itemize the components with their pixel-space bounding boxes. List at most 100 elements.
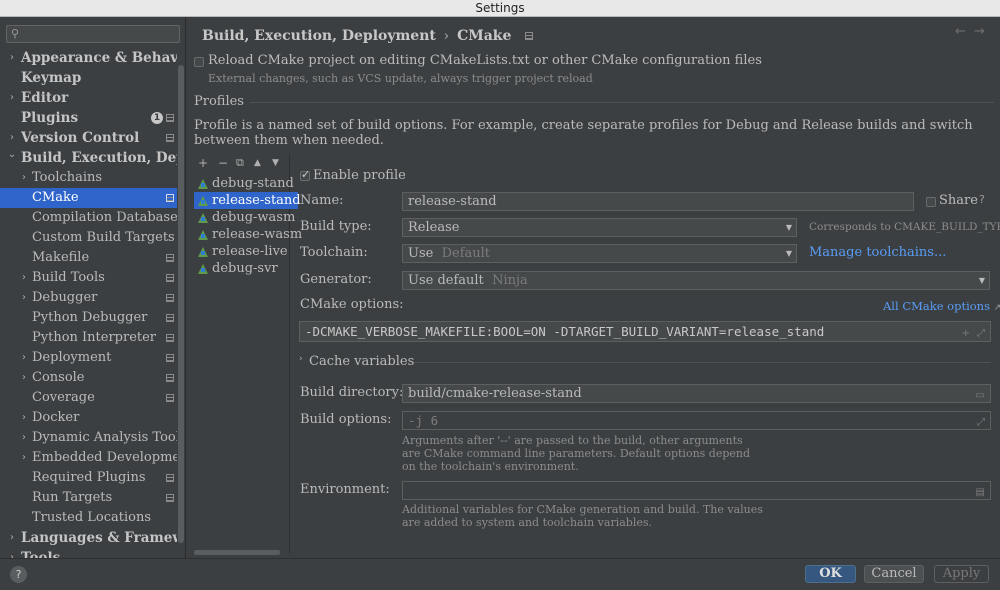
profile-list-item[interactable]: release-stand	[194, 192, 301, 209]
sidebar-item[interactable]: › Editor	[0, 88, 177, 108]
profile-list-item[interactable]: release-live	[194, 243, 298, 260]
sidebar-item[interactable]: ›Appearance & Behavior	[0, 48, 177, 68]
apply-button[interactable]: Apply	[934, 565, 989, 583]
cache-variables-divider	[414, 362, 991, 363]
sidebar-item[interactable]: Coverage	[0, 388, 177, 408]
sidebar-item[interactable]: › Build Tools	[0, 268, 177, 288]
cancel-button[interactable]: Cancel	[864, 565, 924, 583]
build-type-value: Release	[408, 220, 460, 235]
forward-arrow-icon[interactable]: →	[974, 24, 993, 39]
sidebar-item[interactable]: › Debugger	[0, 288, 177, 308]
chevron-right-icon[interactable]: ›	[7, 48, 17, 68]
manage-toolchains-link[interactable]: Manage toolchains...	[809, 245, 946, 260]
sidebar-item[interactable]: Keymap	[0, 68, 177, 88]
sidebar-item[interactable]: Python Debugger	[0, 308, 177, 328]
sidebar-item[interactable]: ›Languages & Frameworks	[0, 528, 177, 548]
enable-profile-label[interactable]: Enable profile	[313, 168, 406, 183]
edit-environment-icon[interactable]: ▤	[976, 484, 985, 499]
chevron-right-icon[interactable]: ›	[7, 128, 17, 148]
profiles-list-panel: + − ⧉ ▲ ▼ debug-stand release-stand debug-…	[194, 155, 302, 553]
chevron-right-icon[interactable]: ›	[19, 428, 29, 448]
sidebar-item[interactable]: Compilation Database	[0, 208, 177, 228]
build-type-dropdown[interactable]: Release ▼	[402, 218, 797, 237]
toolchain-placeholder: Default	[441, 246, 491, 261]
copy-profile-icon[interactable]: ⧉	[236, 156, 244, 170]
ok-button[interactable]: OK	[805, 565, 856, 583]
move-down-icon[interactable]: ▼	[272, 158, 279, 168]
share-checkbox[interactable]	[926, 197, 936, 207]
chevron-right-icon[interactable]: ›	[7, 528, 17, 548]
build-options-field[interactable]: -j 6 ⤢	[402, 411, 991, 430]
sidebar-scrollbar[interactable]	[178, 65, 184, 543]
share-help-icon[interactable]: ?	[979, 193, 985, 206]
chevron-right-icon[interactable]: ›	[7, 88, 17, 108]
chevron-right-icon[interactable]: ›	[19, 408, 29, 428]
chevron-right-icon[interactable]: ›	[299, 354, 303, 364]
reload-checkbox[interactable]	[194, 57, 204, 67]
sidebar-item[interactable]: ›Embedded Development	[0, 448, 177, 468]
project-level-icon	[166, 394, 174, 402]
sidebar-item-label: Required Plugins	[32, 470, 146, 485]
sidebar-item[interactable]: ⌄Build, Execution, Deployment	[0, 148, 177, 168]
profiles-scrollbar[interactable]	[194, 550, 280, 555]
project-level-icon	[166, 274, 174, 282]
sidebar-item[interactable]: Run Targets	[0, 488, 177, 508]
profile-list-item[interactable]: debug-wasm	[194, 209, 298, 226]
move-up-icon[interactable]: ▲	[254, 158, 261, 168]
build-type-note: Corresponds to CMAKE_BUILD_TYPE	[809, 221, 1000, 233]
sidebar-item[interactable]: CMake	[0, 188, 177, 208]
sidebar-item[interactable]: › Dynamic Analysis Tools	[0, 428, 177, 448]
cmake-options-field[interactable]: -DCMAKE_VERBOSE_MAKEFILE:BOOL=ON -DTARGE…	[299, 321, 991, 342]
expand-field-icon[interactable]: ⤢	[977, 324, 985, 341]
breadcrumb-parent[interactable]: Build, Execution, Deployment	[202, 28, 436, 44]
remove-profile-icon[interactable]: −	[218, 156, 228, 170]
cache-variables-toggle[interactable]: Cache variables	[309, 354, 414, 369]
sidebar-item[interactable]: Required Plugins	[0, 468, 177, 488]
sidebar-item[interactable]: › Console	[0, 368, 177, 388]
profile-list-item[interactable]: debug-svr	[194, 260, 298, 277]
toolchain-dropdown[interactable]: Use Default ▼	[402, 244, 797, 263]
sidebar-item[interactable]: Trusted Locations	[0, 508, 177, 528]
build-options-hint: Arguments after '--' are passed to the b…	[402, 434, 751, 473]
generator-dropdown[interactable]: Use default Ninja ▼	[402, 271, 990, 290]
sidebar-item-label: Trusted Locations	[32, 510, 152, 525]
all-cmake-options-link[interactable]: All CMake options ↗	[883, 299, 1000, 313]
chevron-right-icon[interactable]: ›	[19, 368, 29, 388]
external-link-icon: ↗	[993, 303, 1000, 313]
sidebar-item[interactable]: › Toolchains	[0, 168, 177, 188]
expand-field-icon[interactable]: ⤢	[977, 414, 985, 429]
name-field[interactable]: release-stand	[402, 192, 914, 211]
share-label[interactable]: Share	[939, 193, 978, 208]
chevron-down-icon[interactable]: ⌄	[7, 148, 17, 165]
sidebar-item[interactable]: › Version Control	[0, 128, 177, 148]
chevron-right-icon[interactable]: ›	[19, 348, 29, 368]
reload-label[interactable]: Reload CMake project on editing CMakeLis…	[208, 53, 762, 68]
chevron-right-icon[interactable]: ›	[7, 548, 17, 558]
project-level-icon	[166, 494, 174, 502]
help-icon[interactable]: ?	[10, 566, 27, 583]
profile-list-item[interactable]: debug-stand	[194, 175, 298, 192]
sidebar-item[interactable]: Plugins 1	[0, 108, 177, 128]
add-profile-icon[interactable]: +	[198, 156, 208, 170]
sidebar-item[interactable]: Makefile	[0, 248, 177, 268]
chevron-right-icon[interactable]: ›	[19, 448, 29, 468]
folder-icon[interactable]: ▭	[976, 387, 985, 402]
enable-profile-checkbox[interactable]	[300, 168, 310, 181]
profile-list-item[interactable]: release-wasm	[194, 226, 302, 243]
sidebar-item[interactable]: › Tools	[0, 548, 177, 558]
chevron-right-icon[interactable]: ›	[19, 268, 29, 288]
sidebar-item[interactable]: › Docker	[0, 408, 177, 428]
project-level-icon	[166, 474, 174, 482]
chevron-right-icon[interactable]: ›	[19, 288, 29, 308]
build-directory-field[interactable]: build/cmake-release-stand ▭	[402, 384, 991, 403]
sidebar-item[interactable]: Python Interpreter	[0, 328, 177, 348]
sidebar-item[interactable]: › Deployment	[0, 348, 177, 368]
chevron-right-icon[interactable]: ›	[19, 168, 29, 188]
back-arrow-icon[interactable]: ←	[955, 24, 974, 39]
environment-field[interactable]: ▤	[402, 481, 991, 500]
profiles-divider	[250, 102, 994, 103]
sidebar-item[interactable]: Custom Build Targets	[0, 228, 177, 248]
settings-search-input[interactable]: ⚲	[6, 25, 180, 43]
profile-name: debug-stand	[212, 176, 294, 191]
add-macro-icon[interactable]: +	[962, 324, 970, 341]
